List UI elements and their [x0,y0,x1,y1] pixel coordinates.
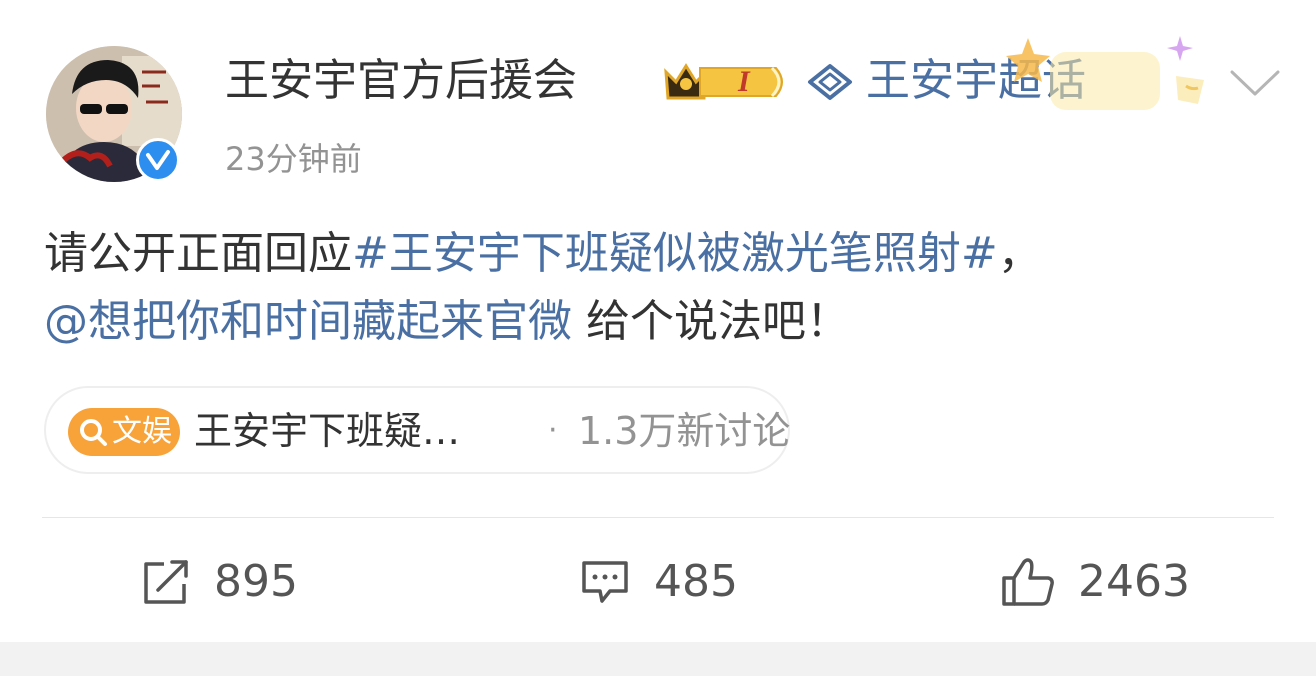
topic-card-separator: · [548,413,558,448]
comment-count: 485 [654,556,738,607]
mention-link[interactable]: @想把你和时间藏起来官微 [44,296,572,347]
comment-button[interactable]: 485 [578,548,738,616]
thumbs-up-icon [1002,558,1054,606]
level-number: I [738,65,750,98]
like-button[interactable]: 2463 [1000,548,1190,616]
body-text-middle: ， [997,228,1042,279]
decorative-sticker [1000,26,1210,126]
like-count: 2463 [1078,556,1190,607]
topic-category-badge: 文娱 [68,408,180,456]
divider [42,517,1274,518]
body-text-before: 请公开正面回应 [44,228,352,279]
gem-icon [806,62,854,102]
body-text-after: 给个说法吧！ [572,296,850,347]
verified-check-icon [136,138,180,182]
chevron-down-icon[interactable] [1228,66,1282,98]
topic-card-title: 王安宇下班疑… [194,409,461,453]
post-body: 请公开正面回应#王安宇下班疑似被激光笔照射#， @想把你和时间藏起来官微 给个说法… [44,220,1284,356]
topic-card[interactable]: 文娱 王安宇下班疑… · 1.3万新讨论 [44,386,790,474]
repost-button[interactable]: 895 [140,548,298,616]
topic-category-label: 文娱 [112,414,172,449]
topic-discussion-count: 1.3万新讨论 [578,409,791,453]
repost-icon [144,560,188,604]
member-level-badge[interactable]: I [660,58,792,106]
author-name[interactable]: 王安宇官方后援会 [225,52,577,110]
comment-icon [582,561,628,603]
hashtag-link[interactable]: #王安宇下班疑似被激光笔照射# [352,228,998,279]
crown-icon [664,63,783,100]
repost-count: 895 [214,556,298,607]
next-post-separator [0,642,1316,676]
post-timestamp: 23分钟前 [225,140,362,178]
search-icon [80,419,107,446]
